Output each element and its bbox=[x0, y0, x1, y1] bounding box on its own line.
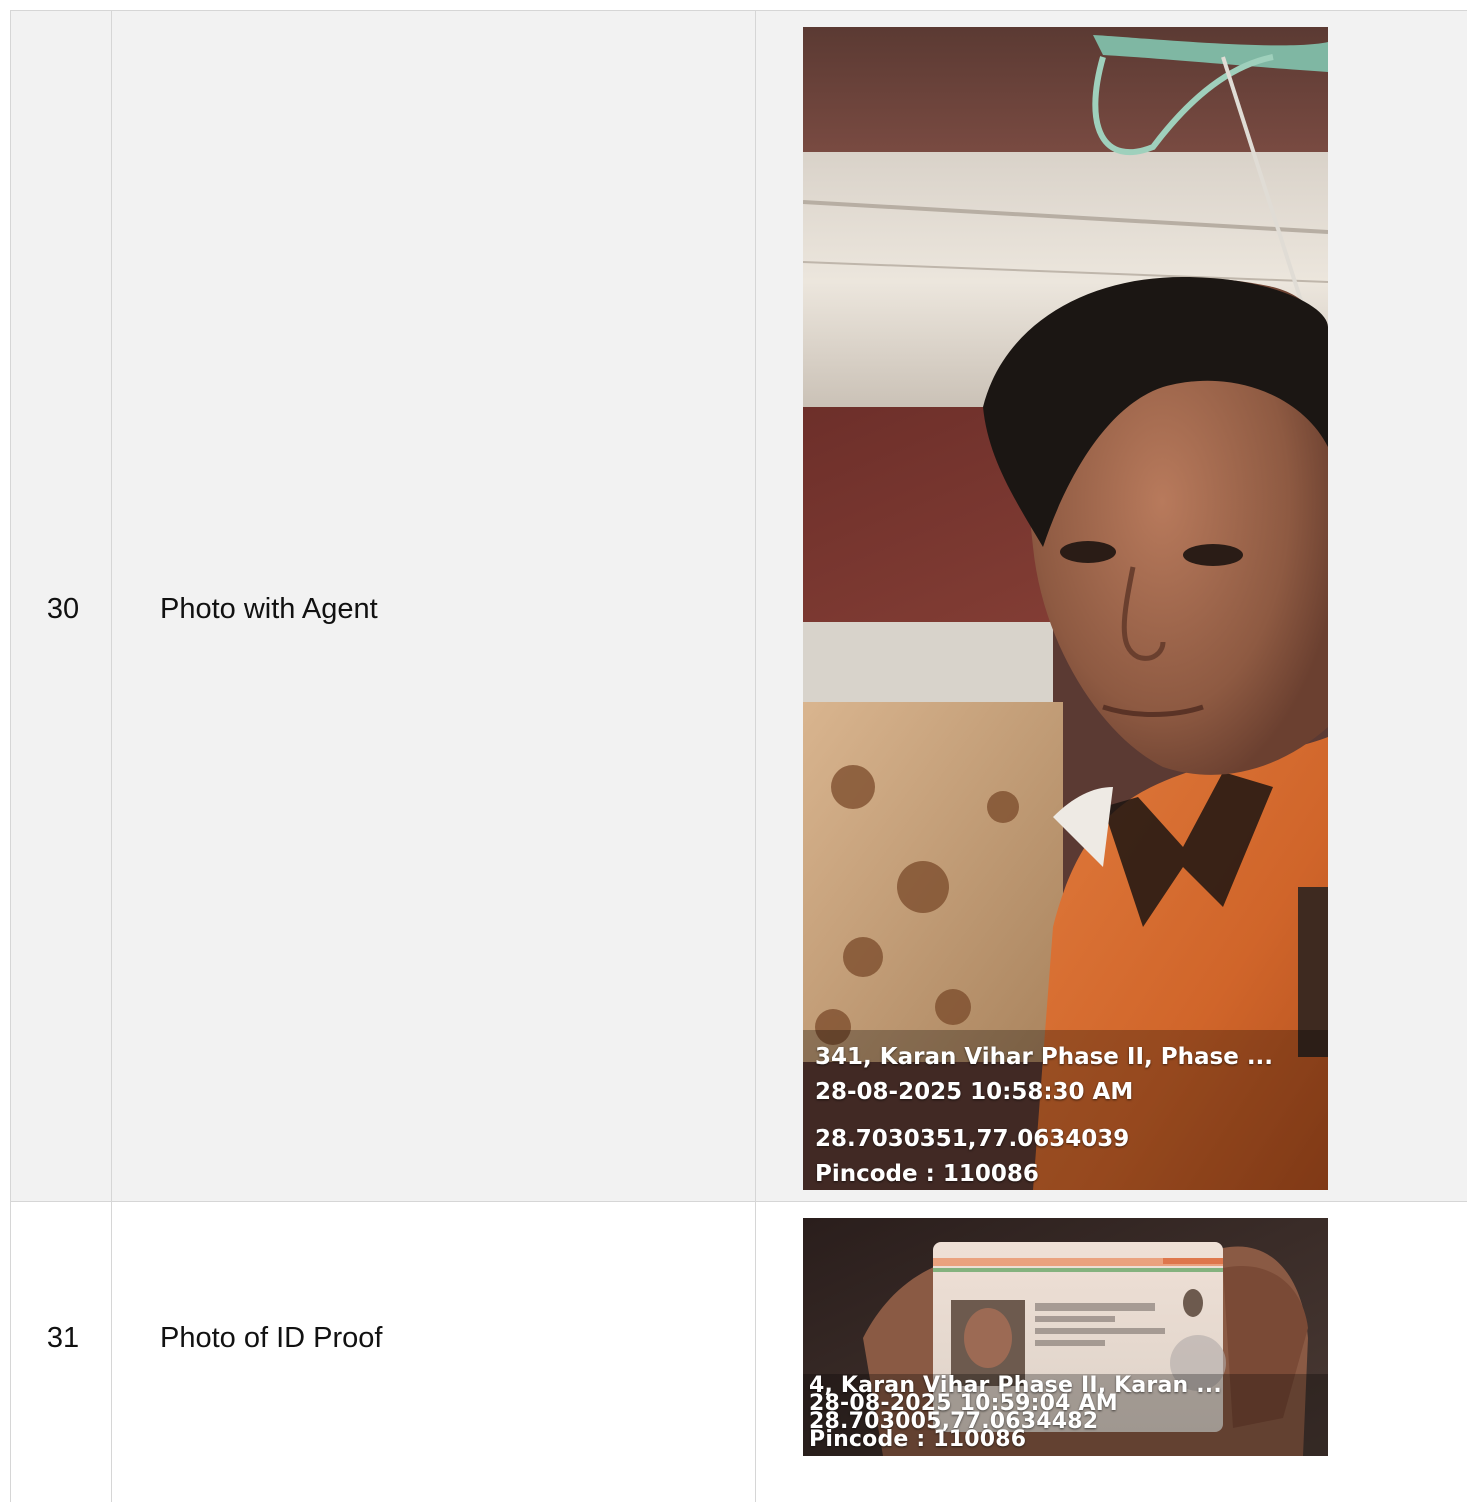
geotag-datetime: 28-08-2025 10:58:30 AM bbox=[815, 1079, 1134, 1105]
id-proof-photo[interactable]: 4, Karan Vihar Phase II, Karan ... 28-08… bbox=[803, 1218, 1328, 1456]
row-number: 31 bbox=[10, 1202, 111, 1502]
geotag-pincode: Pincode : 110086 bbox=[815, 1161, 1039, 1187]
row-label: Photo of ID Proof bbox=[111, 1202, 755, 1502]
row-number: 30 bbox=[10, 11, 111, 1201]
photo-cell: 4, Karan Vihar Phase II, Karan ... 28-08… bbox=[755, 1202, 1467, 1502]
agent-photo-image bbox=[803, 27, 1328, 1190]
agent-photo[interactable]: 341, Karan Vihar Phase II, Phase ... 28-… bbox=[803, 27, 1328, 1190]
geotag-gap bbox=[815, 1110, 1316, 1122]
geotag-overlay: 341, Karan Vihar Phase II, Phase ... 28-… bbox=[803, 1030, 1328, 1190]
table-row: 31 Photo of ID Proof 4, Karan Vihar Phas… bbox=[10, 1202, 1467, 1502]
geotag-address: 341, Karan Vihar Phase II, Phase ... bbox=[815, 1044, 1274, 1070]
photo-cell: 341, Karan Vihar Phase II, Phase ... 28-… bbox=[755, 11, 1467, 1201]
evidence-table: 30 Photo with Agent 341, Karan Vihar Pha… bbox=[10, 10, 1467, 1502]
geotag-overlay: 4, Karan Vihar Phase II, Karan ... 28-08… bbox=[803, 1374, 1328, 1456]
table-row: 30 Photo with Agent 341, Karan Vihar Pha… bbox=[10, 11, 1467, 1202]
row-label: Photo with Agent bbox=[111, 11, 755, 1201]
geotag-coordinates: 28.7030351,77.0634039 bbox=[815, 1126, 1130, 1152]
